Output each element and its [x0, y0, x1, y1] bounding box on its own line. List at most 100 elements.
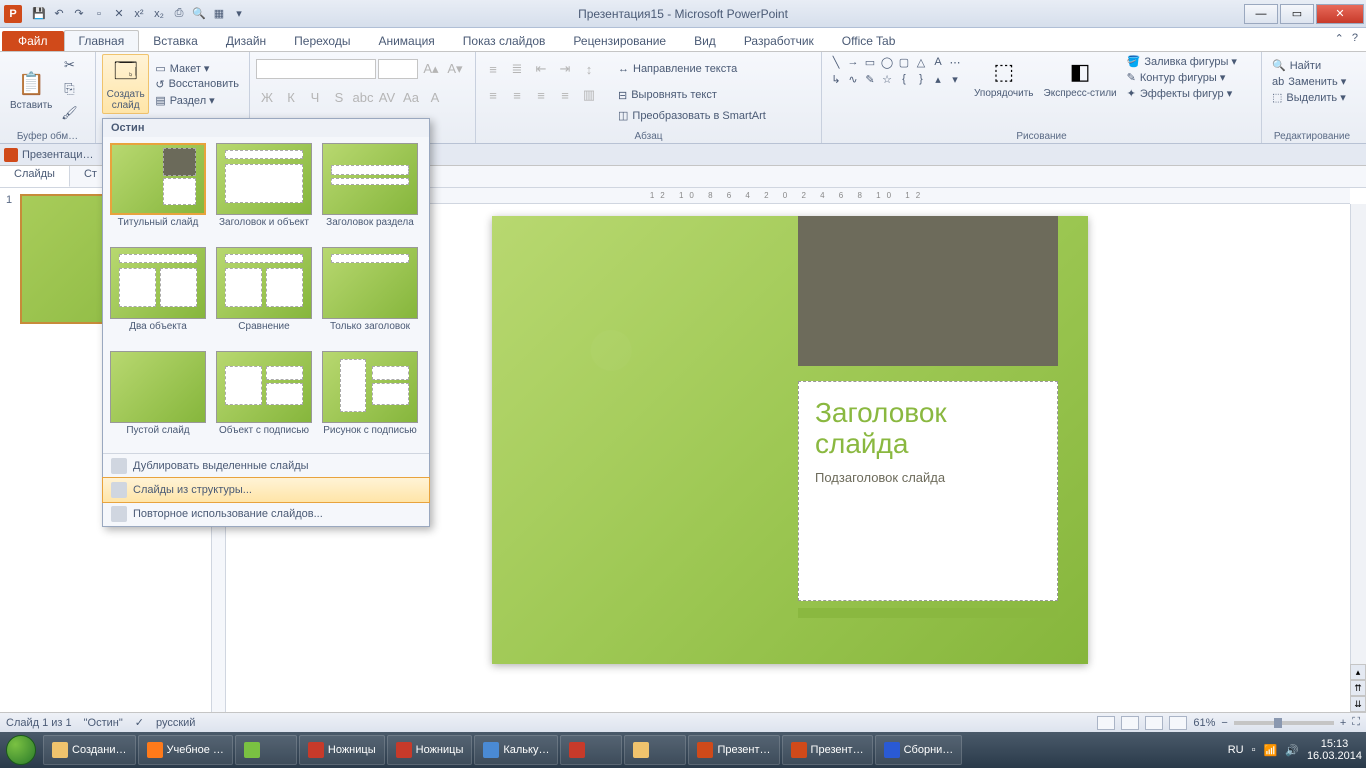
normal-view-icon[interactable] [1097, 716, 1115, 730]
shape-star-icon[interactable]: ☆ [879, 71, 895, 87]
tab-officetab[interactable]: Office Tab [828, 31, 910, 51]
quickprint-icon[interactable]: ▦ [210, 5, 228, 23]
zoom-slider[interactable] [1234, 721, 1334, 725]
new-icon[interactable]: ▫ [90, 5, 108, 23]
align-text-button[interactable]: ⊟Выровнять текст [614, 88, 721, 103]
tray-lang[interactable]: RU [1228, 744, 1244, 756]
tray-clock[interactable]: 15:13 16.03.2014 [1307, 738, 1362, 762]
text-direction-button[interactable]: ↔Направление текста [614, 62, 741, 76]
tab-home[interactable]: Главная [64, 30, 140, 51]
smartart-button[interactable]: ◫Преобразовать в SmartArt [614, 108, 770, 123]
shape-conn-icon[interactable]: ↳ [828, 71, 844, 87]
shadow-button[interactable]: S [328, 86, 350, 108]
spellcheck-icon[interactable]: ✓ [135, 716, 144, 729]
slides-from-outline-cmd[interactable]: Слайды из структуры... [102, 477, 430, 503]
open-icon[interactable]: ✕ [110, 5, 128, 23]
layout-option[interactable]: Пустой слайд [107, 349, 209, 449]
preview-icon[interactable]: 🔍 [190, 5, 208, 23]
cut-icon[interactable]: ✂ [58, 54, 80, 76]
layout-option[interactable]: Рисунок с подписью [319, 349, 421, 449]
select-button[interactable]: ⬚Выделить ▾ [1268, 90, 1356, 105]
indent-dec-icon[interactable]: ⇤ [530, 58, 552, 80]
layout-option[interactable]: Заголовок и объект [213, 141, 315, 241]
format-painter-icon[interactable]: 🖌 [58, 102, 80, 124]
taskbar-item[interactable]: Презент… [782, 735, 873, 765]
quick-styles-button[interactable]: ◧ Экспресс-стили [1040, 54, 1121, 101]
taskbar-item[interactable]: Сборни… [875, 735, 963, 765]
shape-line-icon[interactable]: ╲ [828, 54, 844, 70]
duplicate-slides-cmd[interactable]: Дублировать выделенные слайды [103, 454, 429, 478]
tab-slideshow[interactable]: Показ слайдов [449, 31, 560, 51]
replace-button[interactable]: abЗаменить ▾ [1268, 74, 1356, 89]
layout-option[interactable]: Сравнение [213, 245, 315, 345]
tab-animation[interactable]: Анимация [364, 31, 448, 51]
italic-button[interactable]: К [280, 86, 302, 108]
underline-button[interactable]: Ч [304, 86, 326, 108]
fit-window-icon[interactable]: ⛶ [1352, 716, 1360, 729]
shape-up-icon[interactable]: ▴ [930, 71, 946, 87]
zoom-out-icon[interactable]: − [1221, 717, 1227, 729]
shape-brace-icon[interactable]: { [896, 71, 912, 87]
bullets-icon[interactable]: ≡ [482, 58, 504, 80]
tray-network-icon[interactable]: 📶 [1264, 744, 1278, 757]
layout-option[interactable]: Титульный слайд [107, 141, 209, 241]
shape-free-icon[interactable]: ✎ [862, 71, 878, 87]
shape-triangle-icon[interactable]: △ [913, 54, 929, 70]
tab-view[interactable]: Вид [680, 31, 730, 51]
align-left-icon[interactable]: ≡ [482, 84, 504, 106]
numbering-icon[interactable]: ≣ [506, 58, 528, 80]
pane-slides[interactable]: Слайды [0, 166, 70, 187]
shape-brace2-icon[interactable]: } [913, 71, 929, 87]
taskbar-item[interactable] [235, 735, 297, 765]
undo-icon[interactable]: ↶ [50, 5, 68, 23]
slide-brown-placeholder[interactable] [798, 216, 1058, 366]
print-icon[interactable]: ⎙ [170, 5, 188, 23]
start-button[interactable] [0, 732, 42, 768]
taskbar-item[interactable]: Учебное … [138, 735, 233, 765]
layout-option[interactable]: Два объекта [107, 245, 209, 345]
shapes-gallery[interactable]: ╲ → ▭ ◯ ▢ △ A ⋯ ↳ ∿ ✎ ☆ { } ▴ ▾ [828, 54, 968, 87]
slide-title-placeholder[interactable]: Заголовок слайда Подзаголовок слайда [798, 381, 1058, 601]
status-lang[interactable]: русский [156, 717, 195, 729]
zoom-thumb[interactable] [1274, 718, 1282, 728]
layout-option[interactable]: Объект с подписью [213, 349, 315, 449]
taskbar-item[interactable] [624, 735, 686, 765]
reading-view-icon[interactable] [1145, 716, 1163, 730]
indent-inc-icon[interactable]: ⇥ [554, 58, 576, 80]
save-icon[interactable]: 💾 [30, 5, 48, 23]
redo-icon[interactable]: ↷ [70, 5, 88, 23]
taskbar-item[interactable] [560, 735, 622, 765]
align-justify-icon[interactable]: ≡ [554, 84, 576, 106]
doc-tab-label[interactable]: Презентаци… [22, 149, 94, 161]
columns-icon[interactable]: ▥ [578, 84, 600, 106]
tab-review[interactable]: Рецензирование [559, 31, 680, 51]
sorter-view-icon[interactable] [1121, 716, 1139, 730]
grow-font-icon[interactable]: A▴ [420, 58, 442, 80]
taskbar-item[interactable]: Кальку… [474, 735, 558, 765]
scroll-up-icon[interactable]: ▴ [1350, 664, 1366, 680]
reset-button[interactable]: ↺Восстановить [151, 77, 243, 92]
section-button[interactable]: ▤Раздел ▾ [151, 93, 243, 108]
strike-button[interactable]: abc [352, 86, 374, 108]
shape-rrect-icon[interactable]: ▢ [896, 54, 912, 70]
font-name-combo[interactable] [256, 59, 376, 79]
qat-more-icon[interactable]: ▾ [230, 5, 248, 23]
font-size-combo[interactable] [378, 59, 418, 79]
paste-button[interactable]: 📋 Вставить [6, 66, 56, 113]
taskbar-item[interactable]: Ножницы [387, 735, 473, 765]
shape-more-icon[interactable]: ⋯ [947, 54, 963, 70]
tab-design[interactable]: Дизайн [212, 31, 280, 51]
shape-down-icon[interactable]: ▾ [947, 71, 963, 87]
arrange-button[interactable]: ⬚ Упорядочить [970, 54, 1038, 101]
shrink-font-icon[interactable]: A▾ [444, 58, 466, 80]
layout-option[interactable]: Только заголовок [319, 245, 421, 345]
close-button[interactable]: ✕ [1316, 4, 1364, 24]
taskbar-item[interactable]: Ножницы [299, 735, 385, 765]
font-color-button[interactable]: A [424, 86, 446, 108]
help-icon[interactable]: ? [1352, 32, 1358, 45]
subscript-icon[interactable]: x₂ [150, 5, 168, 23]
shape-curve-icon[interactable]: ∿ [845, 71, 861, 87]
copy-icon[interactable]: ⎘ [58, 78, 80, 100]
slide-subtitle-text[interactable]: Подзаголовок слайда [815, 470, 1041, 485]
slide-title-text[interactable]: Заголовок слайда [815, 398, 1041, 460]
